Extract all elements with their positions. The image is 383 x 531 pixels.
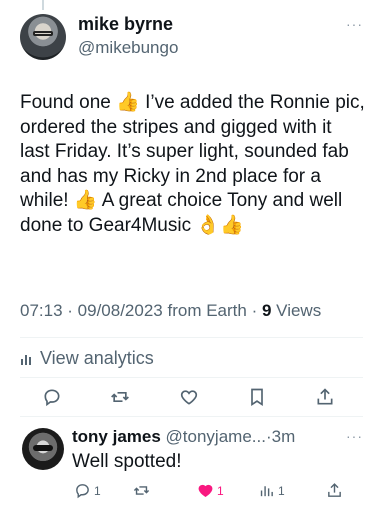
reply-button[interactable] [40,385,64,409]
like-button[interactable] [177,385,201,409]
reply-share-button[interactable] [326,482,343,499]
meta-separator: · [62,301,78,320]
tweet-source: from Earth [167,301,247,320]
reply-actions: 1 1 1 [0,482,383,502]
share-icon [328,483,341,497]
view-analytics-link[interactable]: View analytics [20,348,154,369]
like-count: 1 [217,483,224,498]
author-handle[interactable]: @mikebungo [78,38,178,58]
like-icon [180,390,197,405]
avatar-glasses [33,31,53,36]
tweet-actions [40,385,337,409]
bookmark-button[interactable] [245,385,269,409]
views-label: Views [276,301,322,320]
reply-text: Well spotted! [72,451,182,472]
analytics-label: View analytics [40,348,154,368]
reply-count: 1 [94,483,101,498]
tweet-time[interactable]: 07:13 [20,301,63,320]
avatar-sunglasses [33,445,53,451]
tweet-meta: 07:13 · 09/08/2023 from Earth · 9 Views [20,301,321,321]
reply-like-button[interactable]: 1 [197,482,224,499]
analytics-icon [260,486,273,497]
divider [20,337,363,338]
divider [20,377,363,378]
liked-heart-icon [198,484,213,498]
retweet-button[interactable] [108,385,132,409]
thread-connector-line [42,0,44,10]
share-icon [317,388,333,405]
reply-icon [76,484,89,499]
tweet-text: Found one 👍 I’ve added the Ronnie pic, o… [20,92,371,236]
reply-more-options-icon[interactable]: ··· [346,428,363,444]
reply-views-button[interactable]: 1 [258,482,285,499]
divider [20,416,363,417]
reply-header: tony james @tonyjame...·3m [72,427,295,447]
meta-separator: · [246,301,262,320]
author-display-name[interactable]: mike byrne [78,14,173,35]
reply-author-handle[interactable]: @tonyjame... [166,427,266,446]
analytics-icon [21,354,31,365]
views-count: 9 [261,301,272,320]
reply-author-name[interactable]: tony james [72,427,161,446]
reply-views-count: 1 [278,483,285,498]
reply-icon [44,389,60,407]
bookmark-icon [250,388,263,407]
retweet-icon [111,392,130,402]
avatar[interactable] [20,14,66,60]
tweet-date[interactable]: 09/08/2023 [78,301,163,320]
share-button[interactable] [313,385,337,409]
retweet-icon [133,486,150,495]
reply-reply-button[interactable]: 1 [74,482,101,499]
reply-time[interactable]: 3m [272,427,296,446]
more-options-icon[interactable]: ··· [346,16,363,32]
reply-retweet-button[interactable] [133,482,153,499]
reply-avatar[interactable] [22,428,64,470]
